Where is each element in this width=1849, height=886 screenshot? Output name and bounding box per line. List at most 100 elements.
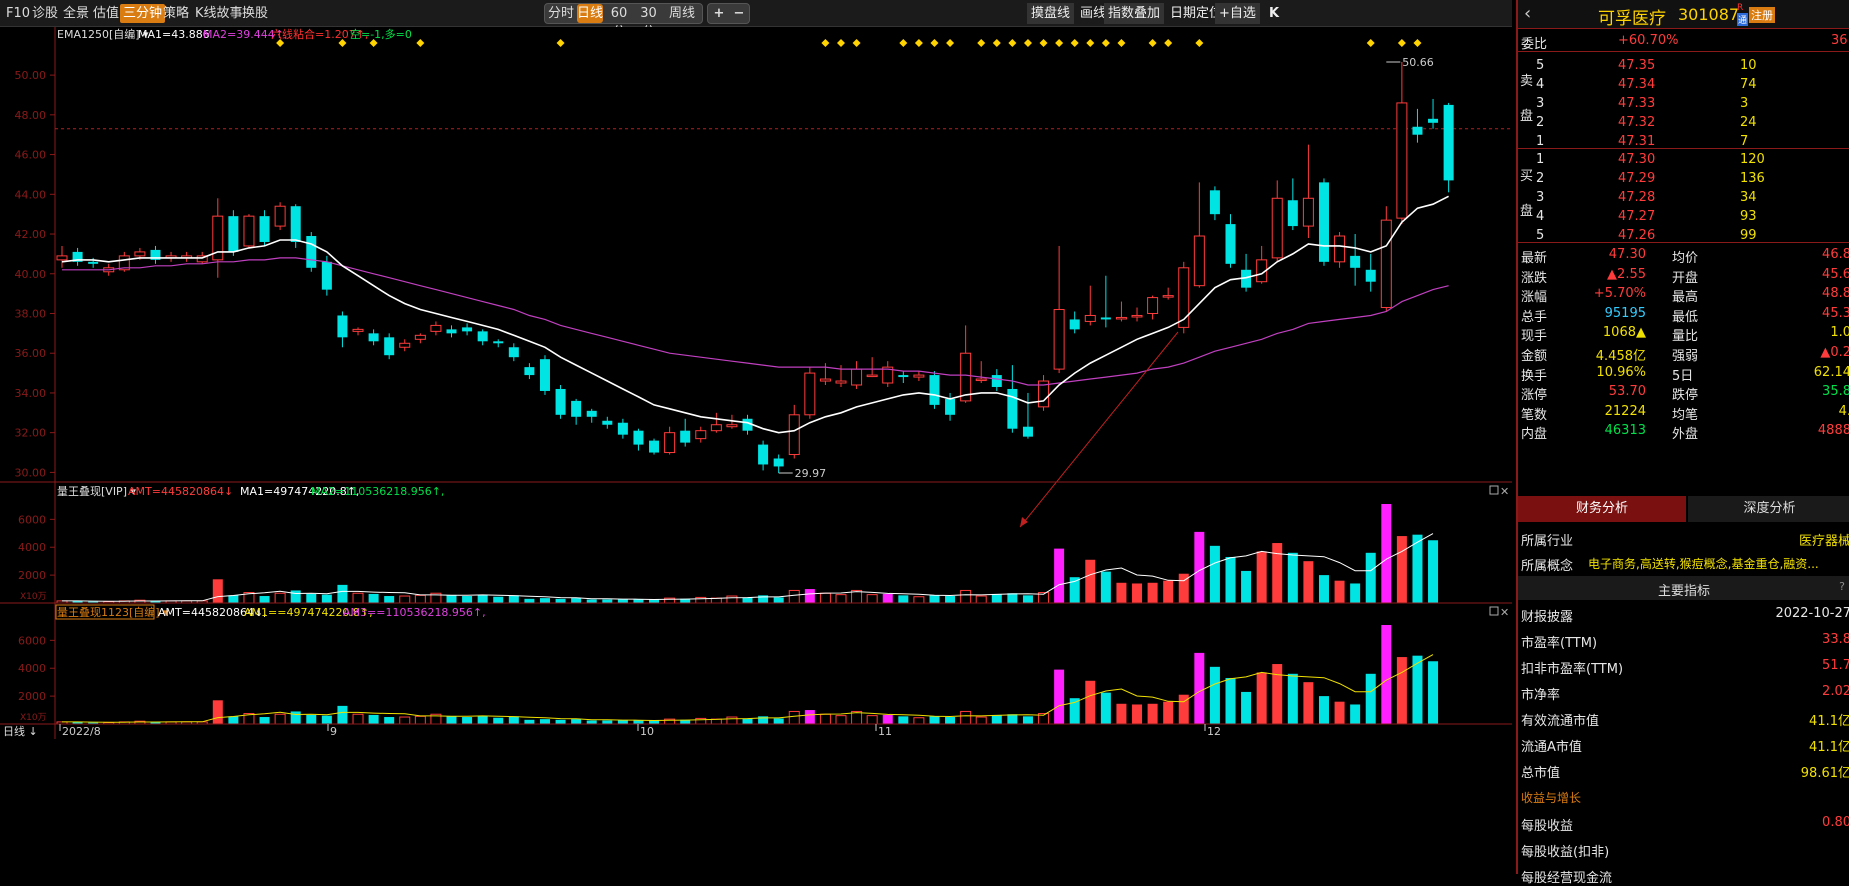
zoom-out-button[interactable]: −: [730, 4, 748, 23]
volume-bar: [929, 595, 940, 603]
volume-bar: [368, 593, 379, 603]
quote-value: 35.8: [1822, 384, 1849, 400]
toolbar-item-7[interactable]: 换股: [242, 4, 268, 23]
candle-body: [306, 236, 317, 268]
volume-bar: [555, 598, 566, 603]
fin-label: 市净率: [1521, 688, 1561, 703]
candle-body: [633, 430, 644, 445]
period-0[interactable]: 分时: [547, 4, 575, 23]
candle-body: [1162, 295, 1174, 298]
volume-bar: [1147, 582, 1158, 603]
volume-bar: [602, 599, 613, 603]
volume-bar: [649, 720, 660, 724]
candle-body: [1396, 102, 1408, 219]
period-4[interactable]: 周线: [664, 4, 700, 23]
sell-price: 47.32: [1618, 115, 1656, 130]
y-tick-label: 46.00: [15, 149, 47, 162]
volume-bar: [571, 719, 582, 724]
volume-indicator-name[interactable]: 量王叠现1123[自编] ▾: [57, 605, 169, 619]
help-icon[interactable]: ?: [1839, 580, 1845, 593]
volume-bar: [306, 714, 317, 724]
volume-bar: [1194, 531, 1205, 603]
volume-bar: [1054, 548, 1065, 603]
toolbar-item-1[interactable]: 诊股: [32, 4, 58, 23]
sell-side-label: 卖: [1520, 74, 1534, 89]
x-axis-label: 2022/8: [62, 725, 101, 738]
indicator-name[interactable]: EMA1250[自编] ▾: [57, 27, 149, 41]
volume-ma2: MA2=110536218.956↑,: [311, 485, 444, 498]
volume-am3: AM3==110536218.956↑,: [343, 606, 486, 619]
candle-body: [430, 324, 442, 332]
candle-body: [384, 337, 395, 356]
candle-body: [1350, 255, 1361, 268]
candle: [306, 232, 317, 272]
tab-financial-analysis[interactable]: 财务分析: [1518, 496, 1686, 522]
candle-body: [819, 378, 831, 382]
tab-deep-analysis[interactable]: 深度分析: [1688, 496, 1849, 522]
period-3[interactable]: 30分: [635, 4, 662, 40]
quote-value: 46313: [1604, 423, 1646, 439]
candle-body: [259, 216, 270, 242]
toolbar-item-2[interactable]: 全景: [63, 4, 89, 23]
toolbar-item-3[interactable]: 估值: [93, 4, 119, 23]
top-toolbar: F10诊股全景估值三分钟策略 K线故事换股 分时日线60分30分周线 + − 摸盘…: [0, 0, 1512, 40]
toolbar-item-5[interactable]: 策略: [163, 4, 189, 23]
fin-label: 流通A市值: [1521, 740, 1582, 755]
candle-body: [1007, 388, 1018, 429]
fin-value: 2022-10-27: [1775, 606, 1849, 621]
kline-chart[interactable]: EMA1250[自编] ▾MA1=43.886MA2=39.444↑,六线粘合=…: [0, 27, 1512, 874]
buy-level: 3: [1536, 190, 1545, 205]
candle-body: [414, 334, 426, 340]
volume-bar: [742, 597, 753, 603]
stock-name: 可孚医疗: [1598, 9, 1666, 29]
right-tool-0[interactable]: 摸盘线: [1027, 3, 1075, 24]
candle-body: [1365, 269, 1376, 282]
main-indicators-header: 主要指标?: [1518, 576, 1849, 600]
high-label: 50.66: [1402, 56, 1434, 69]
kongduo-value: 空=-1,多=0: [350, 27, 412, 41]
quote-value: +5.70%: [1593, 286, 1646, 302]
panel-close-icon[interactable]: ✕: [1500, 606, 1509, 619]
candle: [228, 210, 239, 256]
panel-close-icon[interactable]: ✕: [1500, 485, 1509, 498]
volume-bar: [539, 598, 550, 603]
volume-bar: [649, 599, 660, 603]
toolbar-item-0[interactable]: F10: [6, 4, 30, 23]
quote-value: 45.6: [1822, 266, 1849, 282]
x-axis-label: 11: [878, 725, 892, 738]
candle-body: [1412, 126, 1423, 135]
candle-body: [228, 216, 239, 252]
quote-value: 1.0: [1830, 325, 1849, 341]
volume-bar: [212, 579, 223, 603]
volume-bar: [1334, 701, 1345, 724]
toolbar-item-6[interactable]: K线故事: [195, 4, 243, 23]
toolbar-item-4[interactable]: 三分钟: [120, 4, 166, 23]
candle-body: [975, 378, 987, 382]
back-chevron-icon[interactable]: ‹: [1524, 3, 1531, 24]
candle-body: [1147, 297, 1159, 314]
volume-bar: [1132, 704, 1143, 724]
exit-kline-button[interactable]: K: [1265, 3, 1283, 24]
right-tool-2[interactable]: 指数叠加: [1104, 3, 1165, 24]
volume-bar: [913, 717, 925, 725]
candle-body: [586, 410, 597, 417]
badge-r: R: [1737, 3, 1744, 13]
candle-body: [337, 315, 348, 338]
candle-body: [788, 414, 800, 456]
bottom-period-label[interactable]: 日线 ↓: [3, 724, 38, 738]
volume-amt: AMT=445820864↓: [128, 485, 233, 498]
period-2[interactable]: 60分: [605, 4, 633, 40]
volume-bar: [1085, 559, 1096, 603]
volume-bar: [321, 594, 332, 603]
volume-bar: [539, 719, 550, 724]
candle-body: [1271, 197, 1283, 259]
y-tick-label: 38.00: [15, 307, 47, 320]
right-tool-4[interactable]: +自选: [1215, 3, 1260, 24]
zoom-in-button[interactable]: +: [710, 4, 728, 23]
volume-bar: [1381, 625, 1392, 724]
volume-bar: [633, 720, 644, 724]
volume-indicator-name[interactable]: 量王叠现[VIP] ▾: [57, 485, 136, 498]
candle-body: [462, 327, 473, 332]
period-1[interactable]: 日线: [577, 4, 603, 23]
volume-bar: [337, 705, 348, 724]
